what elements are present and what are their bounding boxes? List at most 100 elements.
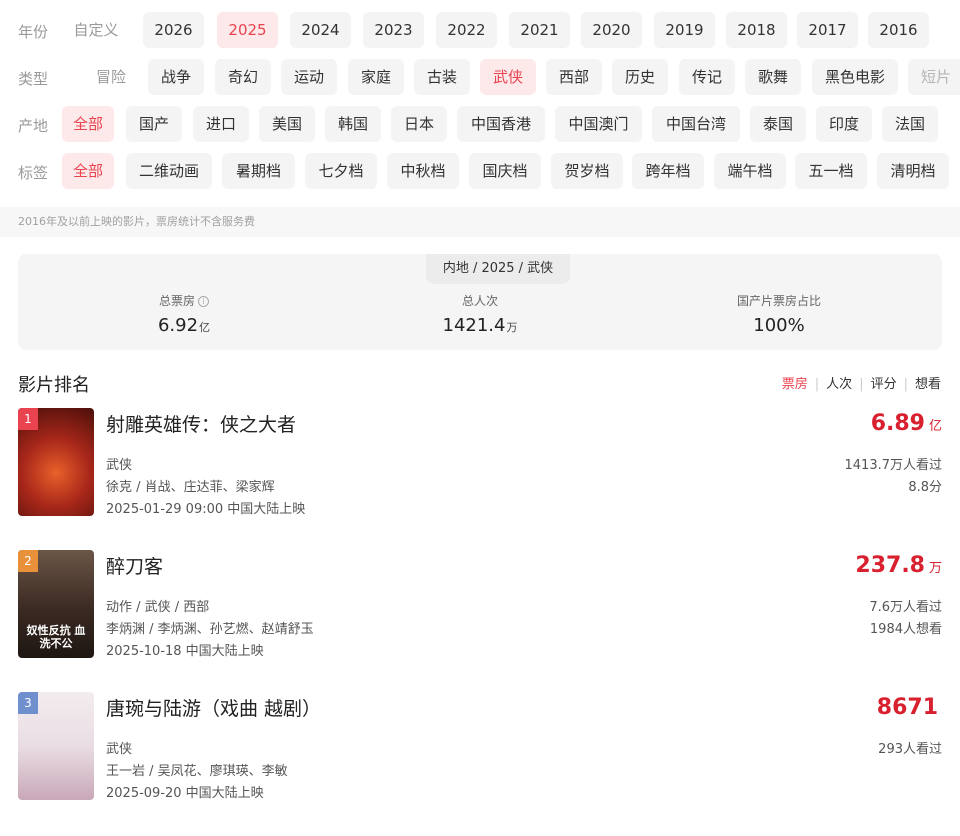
total-box-label: 总票房 [158,294,195,308]
rank-badge: 1 [18,408,38,430]
summary-breadcrumb: 内地 / 2025 / 武侠 [426,254,570,284]
year-option-2019[interactable]: 2019 [654,12,715,48]
region-option-india[interactable]: 印度 [816,106,872,142]
tag-option-qingming[interactable]: 清明档 [877,153,949,189]
genre-option-wuxia[interactable]: 武侠 [480,59,536,95]
movie-box-office: 237.8 万 [855,553,942,578]
domestic-share-label: 国产片票房占比 [736,294,821,308]
year-option-2025[interactable]: 2025 [217,12,278,48]
movie-title[interactable]: 醉刀客 [106,552,163,579]
genre-option-adventure[interactable]: 冒险 [82,59,140,95]
total-viewers-label: 总人次 [461,294,498,308]
movie-box-office: 6.89 亿 [871,411,942,436]
genre-option-family[interactable]: 家庭 [348,59,404,95]
tag-option-new-year-film[interactable]: 贺岁档 [551,153,623,189]
region-filter-label: 产地 [18,117,49,135]
movie-cast: 李炳渊 / 李炳渊、孙艺燃、赵靖舒玉 [106,622,314,637]
year-option-2017[interactable]: 2017 [797,12,858,48]
tag-option-cross-year[interactable]: 跨年档 [632,153,704,189]
genre-option-musical[interactable]: 歌舞 [745,59,801,95]
movie-poster[interactable]: 1 [18,408,94,516]
genre-option-history[interactable]: 历史 [612,59,668,95]
total-box-stat: 总票房 i 6.92亿 [84,292,284,336]
year-option-2018[interactable]: 2018 [726,12,787,48]
movie-viewers: 293人看过 [878,742,942,757]
sort-by-viewers[interactable]: 人次 [826,377,852,392]
movie-release-date: 2025-10-18 中国大陆上映 [106,644,264,659]
tag-option-2d-animation[interactable]: 二维动画 [126,153,212,189]
genre-filter-label: 类型 [18,70,49,88]
total-box-unit: 亿 [199,321,211,334]
year-option-2020[interactable]: 2020 [581,12,642,48]
genre-option-short[interactable]: 短片 [908,59,960,95]
region-option-korea[interactable]: 韩国 [325,106,381,142]
movie-release-date: 2025-01-29 09:00 中国大陆上映 [106,502,306,517]
genre-option-western[interactable]: 西部 [546,59,602,95]
movie-title[interactable]: 唐琬与陆游（戏曲 越剧） [106,694,321,721]
genre-option-biography[interactable]: 传记 [679,59,735,95]
sort-by-rating[interactable]: 评分 [871,377,897,392]
genre-option-film-noir[interactable]: 黑色电影 [812,59,898,95]
info-icon[interactable]: i [198,296,209,307]
sort-by-box-office[interactable]: 票房 [782,377,808,392]
year-option-2023[interactable]: 2023 [363,12,424,48]
movie-item-1[interactable]: 1 射雕英雄传：侠之大者 武侠 徐克 / 肖战、庄达菲、梁家辉 2025-01-… [18,408,942,518]
sort-by-want[interactable]: 想看 [915,377,941,392]
movie-viewers: 1413.7万人看过 [844,458,943,473]
year-option-2022[interactable]: 2022 [436,12,497,48]
genre-option-war[interactable]: 战争 [148,59,204,95]
domestic-share-stat: 国产片票房占比 100% [679,292,879,336]
tag-filter-label: 标签 [18,164,49,182]
movie-poster[interactable]: 3 [18,692,94,800]
region-option-hongkong[interactable]: 中国香港 [457,106,545,142]
genre-option-costume[interactable]: 古装 [414,59,470,95]
year-option-2024[interactable]: 2024 [290,12,351,48]
region-option-france[interactable]: 法国 [882,106,938,142]
total-viewers-unit: 万 [506,321,518,334]
movie-genre: 动作 / 武侠 / 西部 [106,600,210,615]
tag-option-dragon-boat[interactable]: 端午档 [714,153,786,189]
tag-option-may-day[interactable]: 五一档 [795,153,867,189]
box-office-unit: 亿 [928,419,942,434]
genre-option-fantasy[interactable]: 奇幻 [215,59,271,95]
movie-item-3[interactable]: 3 唐琬与陆游（戏曲 越剧） 武侠 王一岩 / 吴凤花、廖琪瑛、李敏 2025-… [18,692,942,802]
year-option-2026[interactable]: 2026 [143,12,204,48]
tag-filter-row: 标签 全部 二维动画 暑期档 七夕档 中秋档 国庆档 贺岁档 跨年档 端午档 五… [0,153,960,189]
region-option-macau[interactable]: 中国澳门 [555,106,642,142]
region-option-usa[interactable]: 美国 [259,106,315,142]
tag-option-qixi[interactable]: 七夕档 [305,153,377,189]
movie-genre: 武侠 [106,458,133,473]
box-office-value: 8671 [876,695,938,720]
region-option-taiwan[interactable]: 中国台湾 [652,106,740,142]
domestic-share-value: 100% [753,315,805,336]
tag-option-all[interactable]: 全部 [62,153,114,189]
movie-title[interactable]: 射雕英雄传：侠之大者 [106,410,296,437]
region-option-domestic[interactable]: 国产 [126,106,182,142]
poster-slogan: 奴性反抗 血洗不公 [26,623,86,650]
movie-genre: 武侠 [106,742,133,757]
movie-item-2[interactable]: 2 奴性反抗 血洗不公 醉刀客 动作 / 武侠 / 西部 李炳渊 / 李炳渊、孙… [18,550,942,660]
box-office-value: 237.8 [855,553,925,578]
movie-want-to-see: 1984人想看 [869,622,942,637]
region-option-all[interactable]: 全部 [62,106,114,142]
region-option-japan[interactable]: 日本 [391,106,447,142]
movie-rating: 8.8分 [908,480,942,495]
year-option-custom[interactable]: 自定义 [64,12,128,48]
tag-option-summer[interactable]: 暑期档 [222,153,295,189]
sort-divider: | [859,377,864,392]
tag-option-national-day[interactable]: 国庆档 [469,153,541,189]
year-filter-label: 年份 [18,23,49,41]
movie-poster[interactable]: 2 奴性反抗 血洗不公 [18,550,94,658]
region-option-thailand[interactable]: 泰国 [750,106,806,142]
region-option-imported[interactable]: 进口 [193,106,249,142]
box-office-unit: 万 [928,561,942,576]
rank-badge: 3 [18,692,38,714]
tag-option-mid-autumn[interactable]: 中秋档 [387,153,459,189]
sort-divider: | [903,377,908,392]
movie-viewers: 7.6万人看过 [869,600,942,615]
movie-cast: 徐克 / 肖战、庄达菲、梁家辉 [106,480,275,495]
total-viewers-value: 1421.4 [442,315,506,336]
year-option-2021[interactable]: 2021 [509,12,570,48]
genre-option-sports[interactable]: 运动 [281,59,337,95]
year-option-2016[interactable]: 2016 [868,12,929,48]
